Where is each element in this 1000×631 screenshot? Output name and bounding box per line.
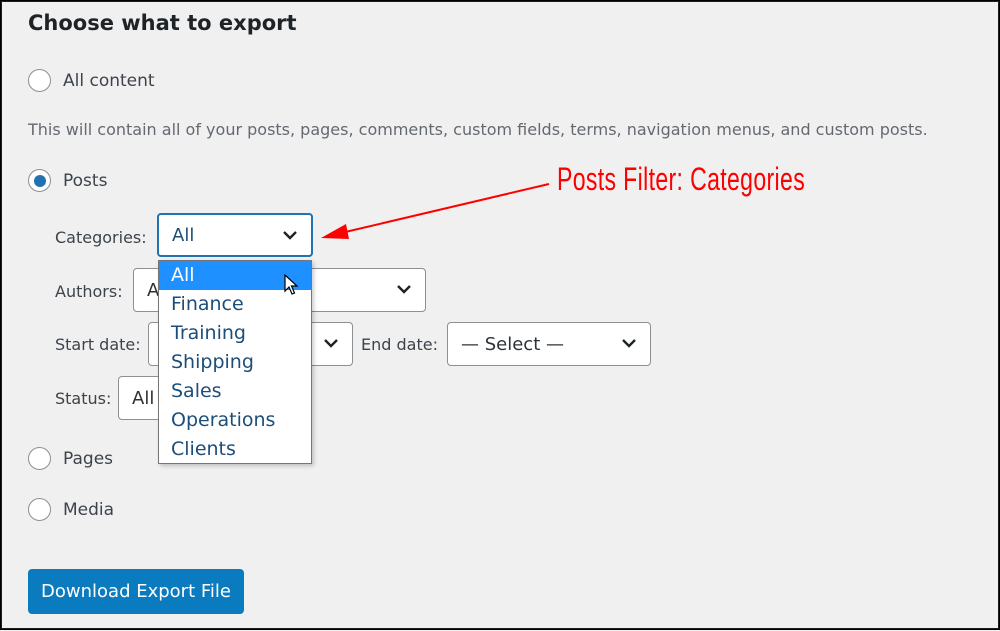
- dropdown-option[interactable]: Sales: [159, 377, 311, 406]
- chevron-down-icon: [622, 339, 636, 348]
- categories-value: All: [172, 224, 195, 246]
- dropdown-option[interactable]: Operations: [159, 406, 311, 435]
- chevron-down-icon: [283, 231, 297, 240]
- radio-button[interactable]: [28, 169, 51, 192]
- dropdown-option[interactable]: Shipping: [159, 348, 311, 377]
- radio-checked-dot: [33, 174, 46, 187]
- categories-select[interactable]: All: [157, 213, 313, 257]
- status-value: All: [132, 387, 155, 409]
- chevron-down-icon: [397, 285, 411, 294]
- radio-posts[interactable]: Posts: [28, 169, 107, 192]
- radio-all-content[interactable]: All content: [28, 69, 155, 92]
- radio-button[interactable]: [28, 447, 51, 470]
- all-content-description: This will contain all of your posts, pag…: [28, 120, 928, 139]
- authors-label: Authors:: [55, 282, 123, 301]
- radio-pages[interactable]: Pages: [28, 447, 113, 470]
- radio-media[interactable]: Media: [28, 498, 114, 521]
- end-date-label: End date:: [361, 335, 438, 354]
- dropdown-option[interactable]: Clients: [159, 435, 311, 464]
- radio-button[interactable]: [28, 498, 51, 521]
- frame: [1, 1, 999, 629]
- radio-button[interactable]: [28, 69, 51, 92]
- start-date-label: Start date:: [55, 335, 141, 354]
- radio-label: Media: [63, 499, 115, 520]
- dropdown-option[interactable]: Training: [159, 319, 311, 348]
- status-label: Status:: [55, 389, 112, 408]
- download-export-button[interactable]: Download Export File: [28, 569, 244, 614]
- annotation-label: Posts Filter: Categories: [557, 161, 806, 197]
- section-title: Choose what to export: [28, 11, 297, 35]
- end-date-value: — Select —: [461, 333, 564, 355]
- end-date-select[interactable]: — Select —: [447, 322, 651, 366]
- chevron-down-icon: [324, 339, 338, 348]
- mouse-cursor-icon: [284, 274, 299, 295]
- annotation-arrow-icon: [321, 183, 550, 239]
- radio-label: Pages: [63, 448, 114, 469]
- radio-label: Posts: [63, 170, 108, 191]
- radio-label: All content: [63, 70, 155, 91]
- categories-label: Categories:: [55, 228, 147, 247]
